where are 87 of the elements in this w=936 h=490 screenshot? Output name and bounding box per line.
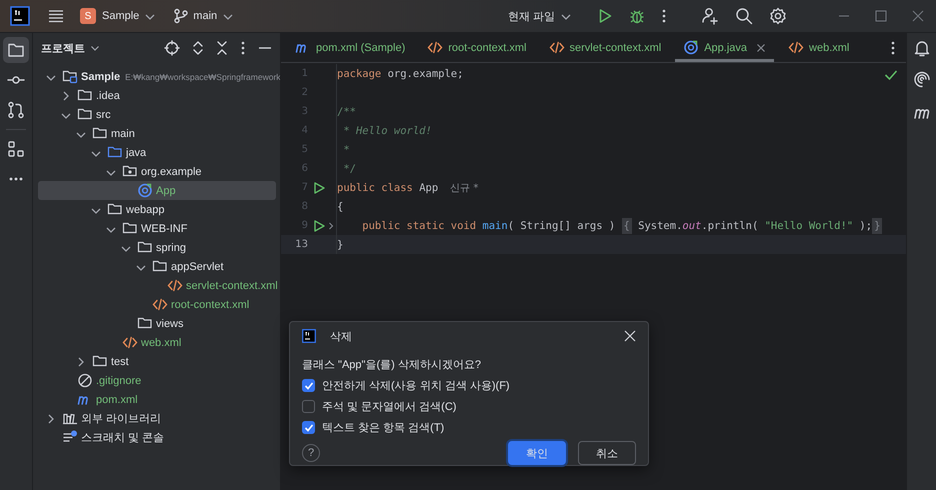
tree-item[interactable]: App [38, 181, 276, 200]
class-icon [683, 39, 700, 56]
more-icon[interactable] [240, 40, 246, 56]
editor-tab[interactable]: servlet-context.xml [540, 33, 670, 62]
tree-item[interactable]: servlet-context.xml [38, 276, 276, 295]
check-icon [304, 380, 314, 390]
tree-item[interactable]: views [38, 314, 276, 333]
code-tag-icon [548, 39, 564, 56]
code-line: package org.example; [337, 68, 464, 80]
panel-title-dropdown[interactable]: 프로젝트 [41, 40, 101, 56]
run-gutter-icon[interactable] [313, 220, 325, 232]
search-icon[interactable] [735, 7, 753, 25]
code-line: public static void main( String[] args ) { System.out.println( "Hello World!" ); } [361, 220, 882, 232]
more-icon[interactable] [890, 40, 896, 56]
prohibited-icon [77, 372, 93, 389]
folder-icon [7, 41, 25, 59]
checkbox-option[interactable]: 주석 및 문자열에서 검색(C) [302, 399, 507, 414]
line-number: 13 [294, 239, 308, 250]
code-tag-icon [167, 277, 183, 294]
app-logo-icon [302, 329, 316, 343]
maximize-icon[interactable] [875, 10, 887, 22]
tree-item[interactable]: appServlet [38, 257, 276, 276]
tree-item[interactable]: webapp [38, 200, 276, 219]
code-line: */ [342, 162, 356, 174]
tree-item[interactable]: 스크래치 및 콘솔 [38, 428, 276, 447]
editor-tab[interactable]: web.xml [780, 33, 858, 62]
checkbox-option[interactable]: 안전하게 삭제(사용 위치 검색 사용)(F) [302, 378, 636, 393]
tree-item[interactable]: .idea [38, 86, 276, 105]
tree-item[interactable]: main [38, 124, 276, 143]
tree-item[interactable]: java [38, 143, 276, 162]
tree-item[interactable]: org.example [38, 162, 276, 181]
cancel-button[interactable]: 취소 [578, 441, 636, 465]
bell-icon[interactable] [912, 39, 930, 57]
app-logo-icon[interactable] [10, 6, 30, 26]
tree-item[interactable]: src [38, 105, 276, 124]
tree-item[interactable]: WEB-INF [38, 219, 276, 238]
spiral-icon[interactable] [912, 71, 930, 89]
bug-icon[interactable] [629, 8, 645, 24]
module-folder-icon [62, 68, 78, 85]
code-tag-icon [152, 296, 168, 313]
code-line: /** [337, 106, 356, 118]
tree-item[interactable]: .gitignore [38, 371, 276, 390]
structure-icon[interactable] [7, 140, 25, 158]
run-icon[interactable] [597, 8, 613, 24]
tree-item[interactable]: pom.xml [38, 390, 276, 409]
branch-icon [173, 8, 190, 24]
editor-tab[interactable]: App.java [675, 33, 774, 62]
chevron-right-icon[interactable] [327, 222, 335, 230]
close-icon[interactable] [756, 42, 766, 52]
dialog-message: 클래스 "App"을(를) 삭제하시겠어요? [302, 358, 482, 372]
inlay-hint: 신규 * [450, 182, 478, 194]
code-line: } [337, 238, 344, 250]
code-tag-icon [788, 39, 804, 56]
more-icon[interactable] [661, 8, 667, 24]
code-tag-icon [427, 39, 444, 56]
editor-tab[interactable]: root-context.xml [419, 33, 534, 62]
tree-item[interactable]: spring [38, 238, 276, 257]
more-icon[interactable] [8, 176, 24, 182]
project-tool-button[interactable] [3, 37, 29, 63]
pull-request-icon[interactable] [7, 101, 25, 119]
help-button[interactable]: ? [302, 444, 320, 462]
check-icon [884, 69, 898, 81]
code-line: * [342, 144, 350, 156]
branch-switcher[interactable]: main [173, 8, 236, 24]
code-line: public class App [337, 182, 438, 194]
settings-icon[interactable] [769, 7, 787, 25]
run-gutter-icon[interactable] [313, 182, 325, 194]
add-user-icon[interactable] [701, 7, 719, 25]
check-icon [304, 422, 314, 432]
run-config-selector[interactable]: 현재 파일 [508, 8, 573, 24]
code-tag-icon [122, 334, 138, 351]
code-line: * Hello world! [342, 124, 432, 136]
class-icon [137, 182, 153, 199]
project-switcher[interactable]: S Sample [80, 8, 158, 24]
tree-item[interactable]: test [38, 352, 276, 371]
dialog-title: 삭제 [330, 330, 352, 344]
tree-item[interactable]: web.xml [38, 333, 276, 352]
collapse-all-icon[interactable] [216, 40, 228, 56]
editor-tab[interactable]: pom.xml (Sample) [287, 33, 414, 62]
menu-icon[interactable] [48, 8, 64, 24]
tree-item[interactable]: 외부 라이브러리 [38, 409, 276, 428]
code-line: { [337, 200, 344, 212]
locate-icon[interactable] [164, 40, 180, 56]
tree-item[interactable]: root-context.xml [38, 295, 276, 314]
checkbox-option[interactable]: 텍스트 찾은 항목 검색(T) [302, 420, 444, 435]
expand-all-icon[interactable] [192, 40, 204, 56]
project-badge: S [80, 8, 96, 24]
